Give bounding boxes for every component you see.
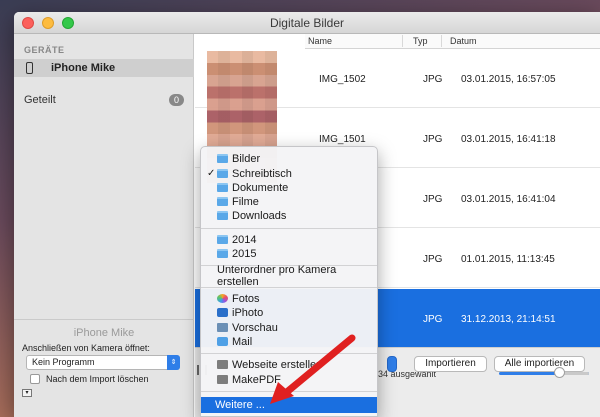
menu-separator	[201, 353, 377, 354]
shared-count-badge: 0	[169, 94, 184, 106]
column-header: Name Typ Datum ▾ Da	[305, 34, 600, 49]
folder-icon	[217, 183, 228, 192]
menu-item-label: Dokumente	[232, 181, 289, 194]
menu-item-subfolders[interactable]: Unterordner pro Kamera erstellen	[201, 264, 377, 288]
chevron-updown-icon: ⇕	[167, 355, 180, 370]
column-name[interactable]: Name	[308, 36, 332, 46]
menu-item-label: Vorschau	[232, 321, 278, 334]
menu-item-label: Bilder	[232, 152, 261, 165]
menu-separator	[201, 287, 377, 288]
menu-item-label: Mail	[232, 335, 253, 348]
menu-item-folder[interactable]: 2015	[201, 246, 377, 261]
connect-app-select[interactable]: Kein Programm ⇕	[26, 355, 180, 370]
menu-item-folder[interactable]: Dokumente	[201, 180, 377, 195]
mail-app-icon	[217, 337, 228, 346]
menu-item-folder[interactable]: Filme	[201, 194, 377, 209]
sidebar-item-device[interactable]: iPhone Mike	[14, 59, 194, 77]
cell-name: IMG_1501	[319, 134, 366, 145]
menu-item-app[interactable]: Vorschau	[201, 320, 377, 335]
menu-item-label: Unterordner pro Kamera erstellen	[217, 263, 337, 288]
sidebar: GERÄTE iPhone Mike Geteilt 0 iPhone Mike…	[14, 34, 194, 417]
device-name: iPhone Mike	[73, 327, 135, 339]
import-destination-menu: Bilder ✓ Schreibtisch Dokumente Filme Do…	[200, 146, 378, 417]
cell-type: JPG	[423, 134, 443, 145]
menu-item-label: Weitere ...	[215, 399, 265, 411]
menu-item-label: Schreibtisch	[232, 167, 292, 180]
cell-type: JPG	[423, 254, 443, 265]
preview-app-icon	[217, 323, 228, 332]
cell-date: 31.12.2013, 21:14:51	[461, 314, 556, 325]
menu-item-folder-checked[interactable]: ✓ Schreibtisch	[201, 166, 377, 181]
menu-item-label: MakePDF	[232, 373, 281, 386]
cell-date: 01.01.2015, 11:13:45	[461, 254, 555, 265]
titlebar: Digitale Bilder	[14, 12, 600, 34]
menu-item-label: Filme	[232, 195, 259, 208]
folder-icon	[217, 169, 228, 178]
menu-item-label: Downloads	[232, 209, 287, 222]
cell-date: 03.01.2015, 16:41:04	[461, 194, 556, 205]
devices-heading: GERÄTE	[24, 45, 65, 55]
connect-app-value: Kein Programm	[32, 357, 95, 367]
cell-date: 03.01.2015, 16:57:05	[461, 74, 556, 85]
cell-date: 03.01.2015, 16:41:18	[461, 134, 556, 145]
menu-item-folder[interactable]: Downloads	[201, 208, 377, 223]
delete-after-import-option[interactable]: Nach dem Import löschen	[30, 374, 149, 384]
iphoto-app-icon	[217, 308, 228, 317]
script-icon	[217, 360, 228, 369]
cell-type: JPG	[423, 74, 443, 85]
menu-item-label: iPhoto	[232, 306, 264, 319]
import-to-button[interactable]	[387, 356, 397, 372]
menu-item-label: Fotos	[232, 292, 260, 305]
menu-item-label: 2014	[232, 233, 257, 246]
zoom-slider-knob[interactable]	[554, 367, 565, 378]
checkmark-icon: ✓	[207, 168, 216, 179]
import-button[interactable]: Importieren	[414, 356, 487, 372]
menu-item-script[interactable]: Webseite erstellen	[201, 357, 377, 372]
cell-name: IMG_1502	[319, 74, 366, 85]
menu-item-app[interactable]: iPhoto	[201, 305, 377, 320]
menu-item-app[interactable]: Mail	[201, 334, 377, 349]
folder-icon	[217, 211, 228, 220]
folder-icon	[217, 197, 228, 206]
column-separator	[402, 35, 403, 47]
import-all-button[interactable]: Alle importieren	[494, 356, 585, 372]
iphone-icon	[26, 62, 33, 74]
menu-item-script[interactable]: MakePDF	[201, 372, 377, 387]
device-label: iPhone Mike	[51, 62, 116, 74]
folder-icon	[217, 249, 228, 258]
cell-type: JPG	[423, 314, 443, 325]
menu-item-label: Webseite erstellen	[232, 358, 323, 371]
cell-type: JPG	[423, 194, 443, 205]
folder-icon	[217, 235, 228, 244]
delete-after-import-checkbox[interactable]	[30, 374, 40, 384]
script-icon	[217, 375, 228, 384]
column-date[interactable]: Datum	[450, 36, 477, 46]
menu-item-app[interactable]: Fotos	[201, 291, 377, 306]
connect-label: Anschließen von Kamera öffnet:	[22, 343, 150, 353]
menu-item-folder[interactable]: Bilder	[201, 151, 377, 166]
photos-app-icon	[217, 294, 228, 303]
folder-icon	[217, 154, 228, 163]
toggle-sidebar-icon[interactable]: ▾	[22, 389, 32, 397]
sidebar-item-shared[interactable]: Geteilt	[24, 94, 56, 106]
column-type[interactable]: Typ	[413, 36, 428, 46]
delete-after-import-label: Nach dem Import löschen	[46, 374, 149, 384]
sidebar-divider	[14, 319, 194, 320]
menu-separator	[201, 228, 377, 229]
menu-separator	[201, 391, 377, 392]
menu-item-label: 2015	[232, 247, 257, 260]
column-separator	[441, 35, 442, 47]
menu-item-more[interactable]: Weitere ...	[201, 397, 377, 413]
window-title: Digitale Bilder	[269, 16, 345, 30]
menu-item-folder[interactable]: 2014	[201, 232, 377, 247]
